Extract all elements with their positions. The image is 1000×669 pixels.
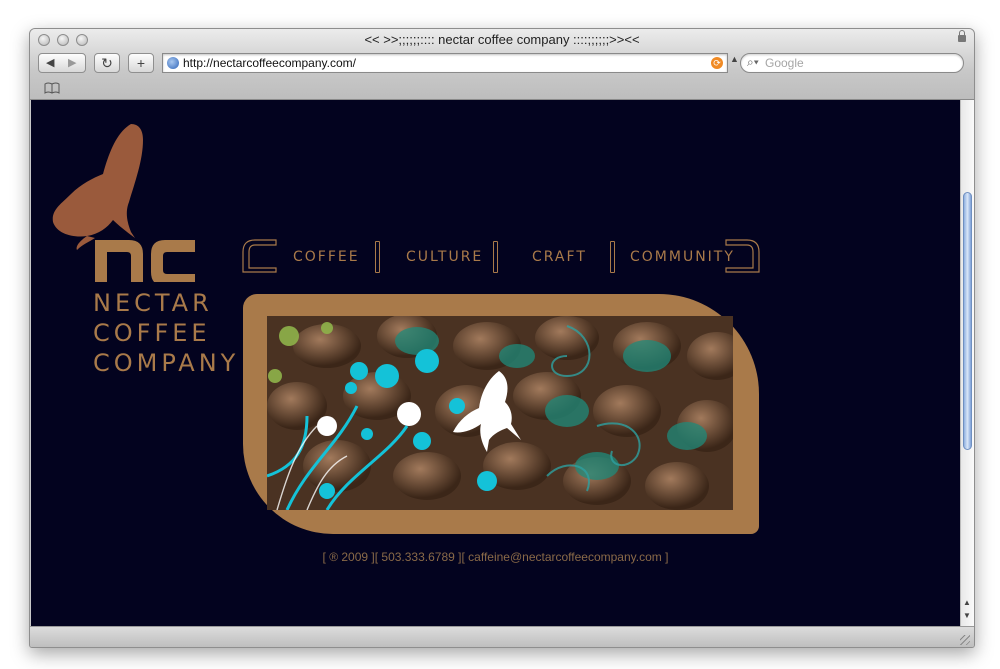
- wordmark-line: NECTAR: [93, 289, 213, 317]
- scroll-down-arrow[interactable]: ▼: [963, 611, 971, 620]
- add-bookmark-button[interactable]: +: [128, 53, 154, 73]
- nav-divider: [493, 241, 498, 273]
- vertical-scrollbar[interactable]: ▲ ▼: [960, 100, 974, 626]
- status-bar: [30, 626, 974, 647]
- wordmark-line: COFFEE: [93, 319, 211, 347]
- site-footer: [ ® 2009 ][ 503.333.6789 ][ caffeine@nec…: [322, 550, 669, 564]
- chevron-up-icon: ▲: [730, 54, 739, 64]
- window-title: << >>;;;;;;:::: nectar coffee company ::…: [364, 32, 640, 47]
- search-placeholder: Google: [765, 56, 804, 70]
- back-forward-buttons: ◀ ▶: [38, 53, 86, 73]
- search-field[interactable]: ⌕▾ Google: [740, 53, 964, 73]
- nav-coffee[interactable]: COFFEE: [293, 249, 360, 265]
- nav-divider: [375, 241, 380, 273]
- company-wordmark: NECTAR COFFEE COMPANY: [93, 288, 239, 378]
- bookmarks-icon[interactable]: [44, 82, 60, 97]
- search-icon[interactable]: ⌕▾: [747, 55, 759, 70]
- address-bar[interactable]: http://nectarcoffeecompany.com/ ⟳: [162, 53, 728, 73]
- hero-illustration: [267, 316, 733, 510]
- nav-divider: [610, 241, 615, 273]
- back-button[interactable]: ◀: [46, 56, 54, 69]
- hummingbird-logo-icon: [52, 124, 195, 282]
- rss-icon[interactable]: ⟳: [711, 57, 723, 69]
- browser-toolbar: << >>;;;;;;:::: nectar coffee company ::…: [30, 29, 974, 100]
- browser-window: << >>;;;;;;:::: nectar coffee company ::…: [29, 28, 975, 648]
- forward-button[interactable]: ▶: [68, 56, 76, 69]
- globe-icon: [167, 57, 179, 69]
- nav-craft[interactable]: CRAFT: [532, 249, 587, 265]
- nav-community[interactable]: COMMUNITY: [630, 249, 735, 265]
- page-viewport: NECTAR COFFEE COMPANY COFFEE CULTURE CRA…: [31, 100, 960, 626]
- resize-grip-icon[interactable]: [960, 635, 970, 645]
- lock-icon: [958, 30, 966, 42]
- nav-culture[interactable]: CULTURE: [406, 249, 483, 265]
- scroll-up-arrow[interactable]: ▲: [963, 598, 971, 607]
- scrollbar-thumb[interactable]: [963, 192, 972, 450]
- reload-button[interactable]: ↻: [94, 53, 120, 73]
- url-text[interactable]: http://nectarcoffeecompany.com/: [183, 56, 356, 70]
- wordmark-line: COMPANY: [93, 349, 240, 377]
